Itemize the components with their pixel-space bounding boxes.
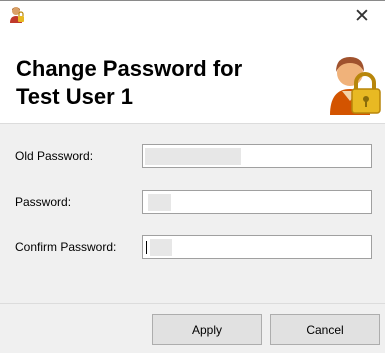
user-icon (10, 7, 24, 23)
button-divider (0, 303, 385, 304)
close-icon[interactable]: ✕ (354, 5, 370, 27)
cancel-button[interactable]: Cancel (270, 314, 380, 345)
dialog-title: Change Password for Test User 1 (16, 55, 316, 111)
masked-text (148, 194, 171, 211)
password-field[interactable] (142, 190, 372, 214)
title-bar: ✕ (0, 1, 385, 31)
user-lock-icon (330, 57, 381, 115)
title-line-2: Test User 1 (16, 84, 133, 109)
text-caret (146, 241, 147, 254)
dialog-content: Old Password: Password: Confirm Password… (0, 124, 385, 353)
old-password-field[interactable] (142, 144, 372, 168)
confirm-password-label: Confirm Password: (15, 240, 117, 254)
masked-text (145, 148, 241, 165)
confirm-password-field[interactable] (142, 235, 372, 259)
title-line-1: Change Password for (16, 56, 243, 81)
old-password-label: Old Password: (15, 149, 94, 163)
close-button[interactable]: ✕ (339, 1, 385, 31)
masked-text (150, 239, 172, 256)
apply-button[interactable]: Apply (152, 314, 262, 345)
password-label: Password: (15, 195, 72, 209)
dialog-header: Change Password for Test User 1 (0, 31, 385, 124)
change-password-dialog: ✕ Change Password for Test User 1 Old Pa… (0, 0, 385, 353)
